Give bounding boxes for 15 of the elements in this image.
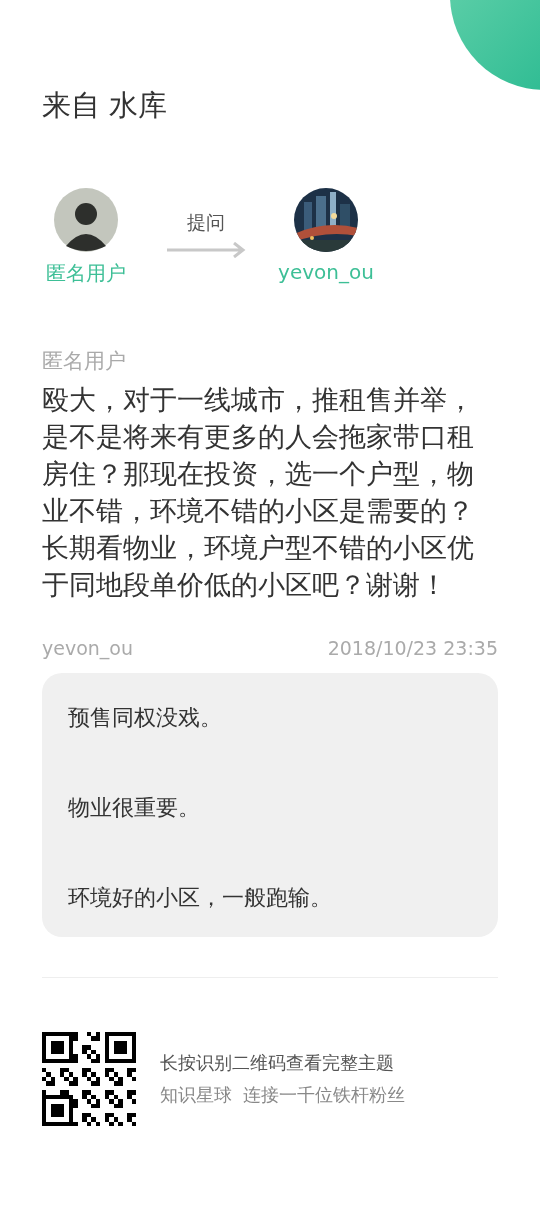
avatar-icon xyxy=(54,188,118,252)
answer-author: yevon_ou xyxy=(42,637,133,659)
answer-paragraph: 物业很重要。 xyxy=(68,794,201,822)
footer-hint: 长按识别二维码查看完整主题 xyxy=(160,1051,395,1075)
action-label: 提问 xyxy=(187,210,225,235)
asker-name[interactable]: 匿名用户 xyxy=(46,260,126,287)
answerer-name[interactable]: yevon_ou xyxy=(278,260,374,284)
answer-time: 2018/10/23 23:35 xyxy=(327,637,498,659)
answer-paragraph: 环境好的小区，一般跑输。 xyxy=(68,884,333,912)
arrow-icon xyxy=(166,242,246,258)
question-text: 殴大，对于一线城市，推租售并举，是不是将来有更多的人会拖家带口租房住？那现在投资，选一个户型，物业不错，环境不错的小区是需要的？长期看物业，环境户型不错的小区优于同地段单价低的小区吧？谢谢！ xyxy=(42,383,475,602)
footer-tagline: 知识星球 连接一千位铁杆粉丝 xyxy=(160,1083,406,1107)
question-author: 匿名用户 xyxy=(42,348,127,375)
answer-paragraph: 预售同权没戏。 xyxy=(68,704,223,732)
page-title: 来自 水库 xyxy=(42,87,169,124)
